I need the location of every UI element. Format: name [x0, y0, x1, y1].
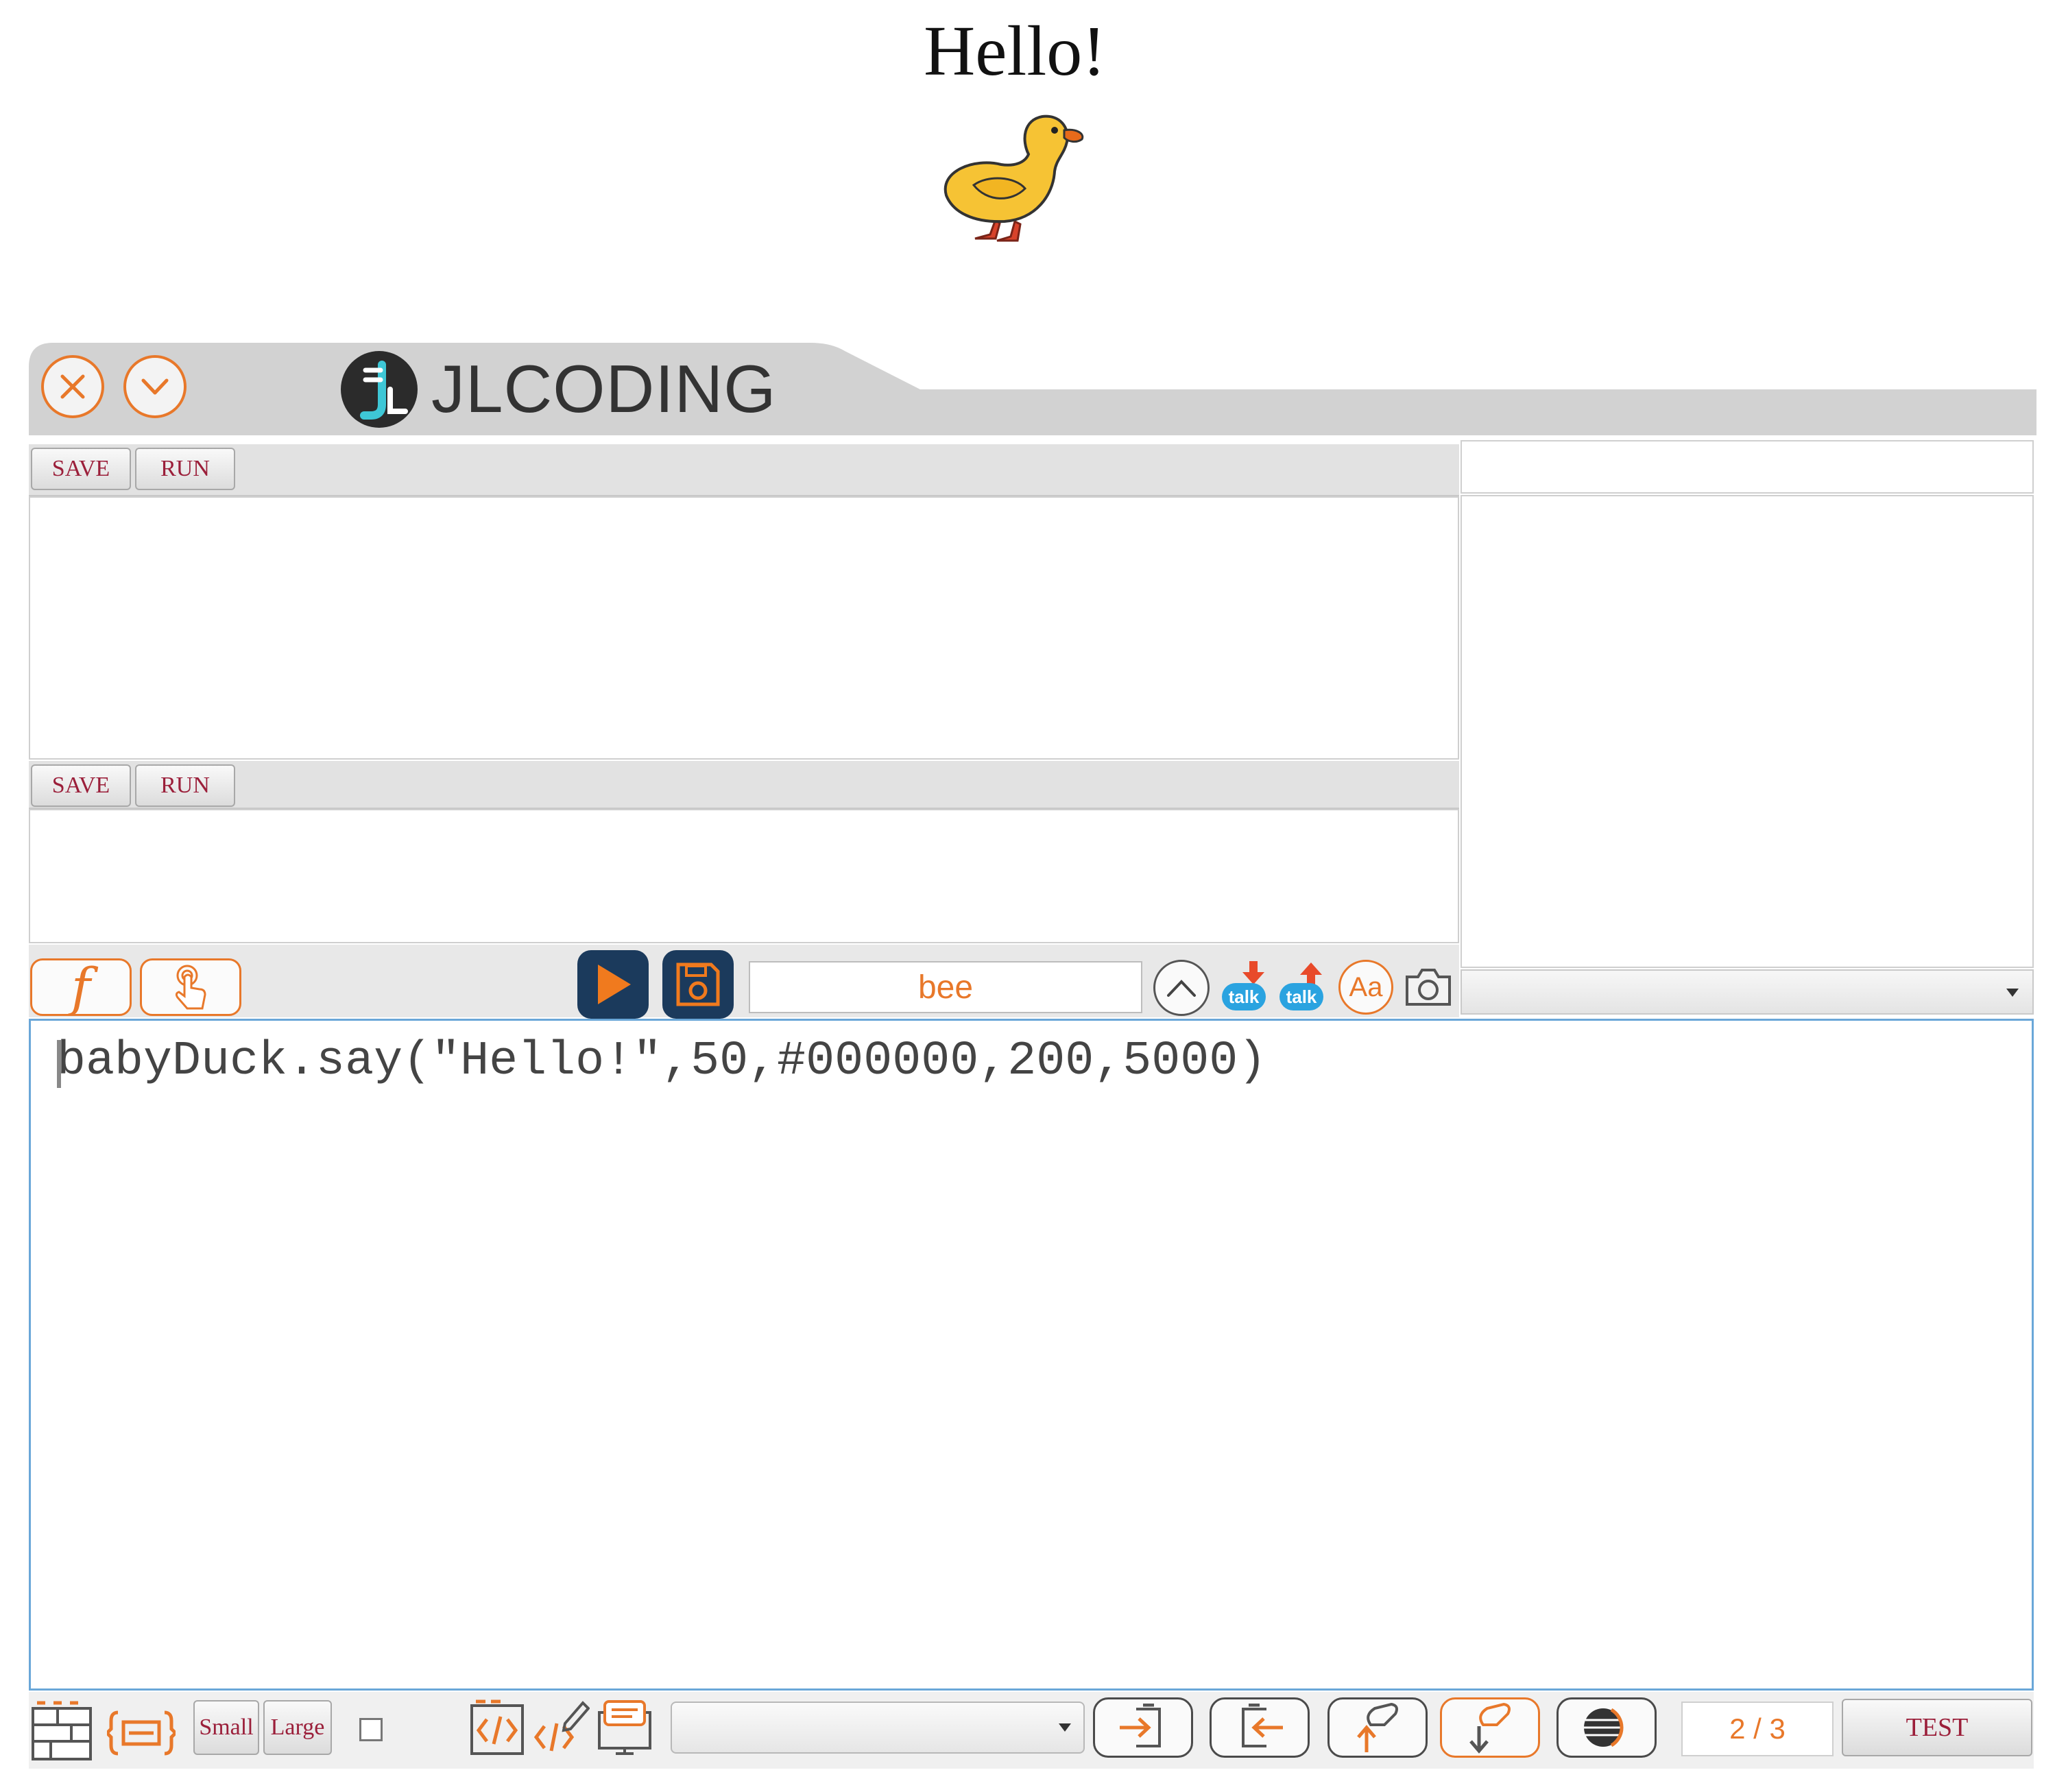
- layout-button[interactable]: [30, 1700, 93, 1763]
- function-button[interactable]: f: [30, 958, 132, 1016]
- code-tag-icon: [470, 1699, 524, 1755]
- arrow-right-icon: [1120, 1704, 1161, 1747]
- font-icon: Aa: [1349, 971, 1383, 1002]
- script-dropdown[interactable]: [671, 1702, 1085, 1754]
- panel1-canvas[interactable]: [29, 496, 1459, 760]
- talk-bubble-label: talk: [1279, 983, 1323, 1010]
- block-button[interactable]: [104, 1706, 178, 1760]
- theme-button[interactable]: [1557, 1697, 1657, 1758]
- play-icon: [598, 965, 631, 1004]
- right-panel-dropdown[interactable]: [1461, 969, 2034, 1015]
- play-button[interactable]: [577, 950, 649, 1019]
- tap-hand-icon: [175, 965, 206, 1010]
- panel2-toolbar: [29, 761, 1459, 809]
- move-right-button[interactable]: [1093, 1697, 1193, 1758]
- text-cursor: [57, 1040, 61, 1088]
- code-pen-icon: [533, 1701, 590, 1752]
- grid-layout-icon: [32, 1701, 92, 1760]
- close-button[interactable]: [41, 355, 104, 418]
- scroll-up-button[interactable]: [1153, 960, 1210, 1016]
- move-left-button[interactable]: [1210, 1697, 1310, 1758]
- font-large-button[interactable]: Large: [263, 1700, 332, 1755]
- caret-down-icon: [1059, 1723, 1071, 1732]
- console-button[interactable]: [595, 1699, 654, 1758]
- panel2-canvas[interactable]: [29, 809, 1459, 943]
- put-down-button[interactable]: [1440, 1697, 1540, 1758]
- option-checkbox[interactable]: [359, 1718, 383, 1741]
- camera-icon: [1406, 969, 1451, 1006]
- test-button[interactable]: TEST: [1842, 1699, 2032, 1756]
- code-view-button[interactable]: [469, 1699, 525, 1758]
- caret-down-icon: [2006, 989, 2019, 997]
- right-panel-header[interactable]: [1461, 440, 2034, 494]
- touch-button[interactable]: [140, 958, 241, 1016]
- function-icon: f: [71, 956, 91, 1017]
- hand-down-icon: [1469, 1702, 1511, 1754]
- right-panel-list[interactable]: [1461, 495, 2034, 968]
- hand-up-icon: [1357, 1702, 1398, 1752]
- monitor-message-icon: [598, 1700, 651, 1755]
- talk-download-button[interactable]: talk: [1222, 960, 1271, 1015]
- talk-upload-button[interactable]: talk: [1279, 960, 1329, 1015]
- chevron-up-icon: [1167, 980, 1196, 997]
- panel2-run-button[interactable]: RUN: [135, 764, 235, 807]
- arrow-left-icon: [1242, 1704, 1283, 1747]
- close-icon: [60, 374, 85, 399]
- collapse-button[interactable]: [123, 355, 187, 418]
- chevron-down-icon: [141, 378, 169, 395]
- save-sprite-button[interactable]: [662, 950, 734, 1019]
- speech-bubble-text: Hello!: [924, 12, 1106, 90]
- screenshot-button[interactable]: [1402, 961, 1455, 1013]
- code-line[interactable]: babyDuck.say("Hello!",50,#000000,200,500…: [57, 1034, 1266, 1089]
- title-bar: [29, 343, 2036, 435]
- panel1-run-button[interactable]: RUN: [135, 448, 235, 490]
- duck-sprite[interactable]: [933, 99, 1090, 247]
- brand: JLCODING: [339, 346, 777, 432]
- code-block-icon: [104, 1710, 178, 1756]
- jlcoding-logo-icon: [341, 350, 418, 428]
- brand-name: JLCODING: [431, 351, 777, 426]
- floppy-disk-icon: [676, 962, 720, 1006]
- sphere-half-icon: [1584, 1708, 1624, 1747]
- pick-up-button[interactable]: [1327, 1697, 1428, 1758]
- page-indicator: 2 / 3: [1681, 1702, 1834, 1756]
- code-editor[interactable]: babyDuck.say("Hello!",50,#000000,200,500…: [29, 1019, 2034, 1691]
- font-button[interactable]: Aa: [1338, 960, 1393, 1015]
- font-small-button[interactable]: Small: [193, 1700, 259, 1755]
- talk-bubble-label: talk: [1222, 983, 1266, 1010]
- panel1-save-button[interactable]: SAVE: [31, 448, 131, 490]
- sprite-name-field[interactable]: bee: [749, 961, 1142, 1013]
- code-edit-button[interactable]: [532, 1699, 590, 1758]
- panel1-toolbar: [29, 444, 1459, 496]
- panel2-save-button[interactable]: SAVE: [31, 764, 131, 807]
